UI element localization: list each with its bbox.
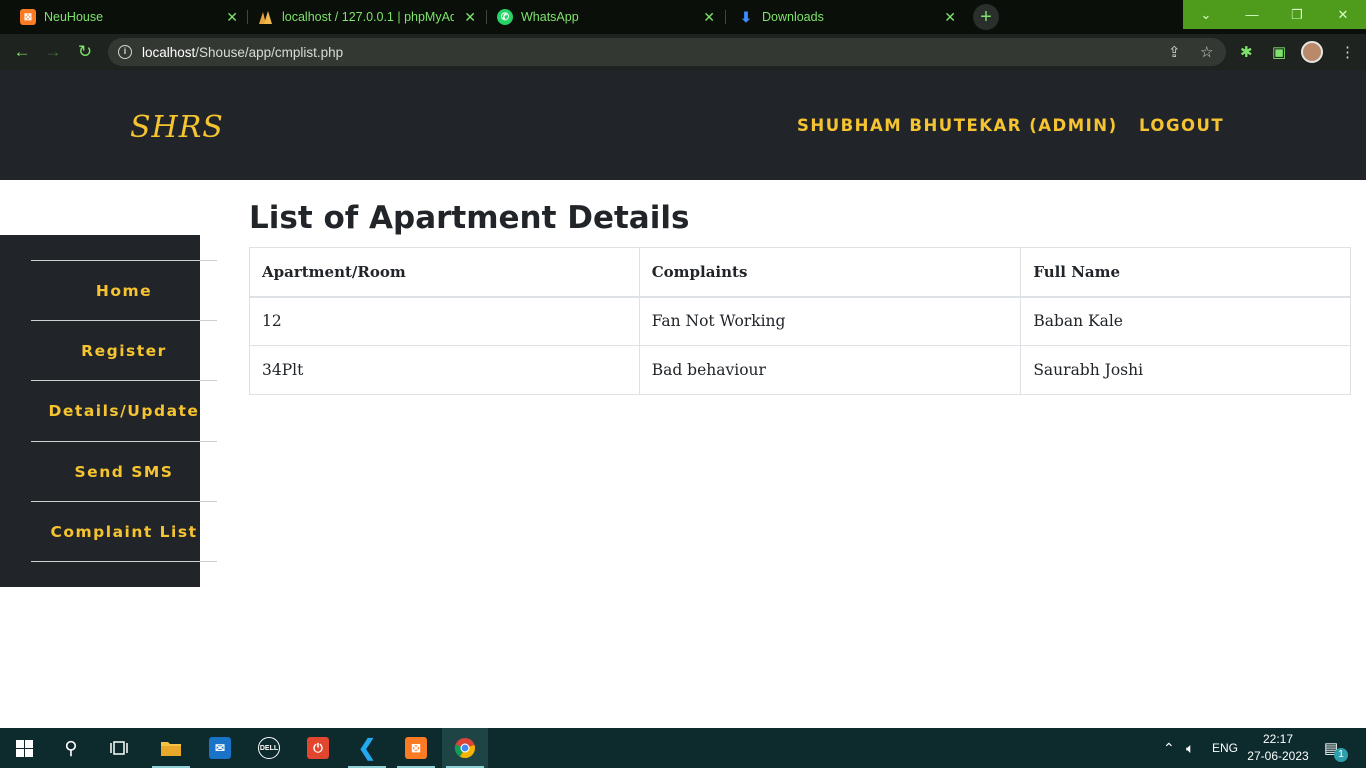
tab-search-button[interactable]: ⌄ xyxy=(1183,0,1229,29)
new-tab-button[interactable]: + xyxy=(973,4,999,30)
complaint-cell: Fan Not Working xyxy=(638,296,1022,346)
search-icon[interactable]: ⚲ xyxy=(48,728,94,768)
user-profile-link[interactable]: SHUBHAM BHUTEKAR (ADMIN) xyxy=(797,116,1118,135)
share-icon[interactable]: ⇪ xyxy=(1168,43,1181,61)
language-indicator[interactable]: ENG xyxy=(1212,728,1238,768)
close-window-button[interactable]: ✕ xyxy=(1320,0,1366,29)
complaint-cell: Bad behaviour xyxy=(638,345,1022,395)
power-app-icon[interactable]: ⏻ xyxy=(295,728,341,768)
table-row: 34Plt Bad behaviour Saurabh Joshi xyxy=(249,345,1351,395)
vscode-icon[interactable]: ❮ xyxy=(344,728,390,768)
close-tab-icon[interactable]: ✕ xyxy=(226,9,238,26)
windows-start-icon[interactable] xyxy=(1,728,47,768)
windows-taskbar: ⚲ ✉ DELL ⏻ ❮ ⊠ ⌃ 🔈︎ ENG 22:17 27-06-2023… xyxy=(0,728,1366,768)
phpmyadmin-icon xyxy=(258,9,274,25)
side-panel-icon[interactable]: ▣ xyxy=(1272,43,1286,61)
xampp-icon: ⊠ xyxy=(20,9,36,25)
address-bar[interactable]: i localhost/Shouse/app/cmplist.php ⇪ ☆ xyxy=(108,38,1226,66)
task-view-icon[interactable] xyxy=(96,728,142,768)
forward-icon[interactable]: → xyxy=(42,41,64,63)
dell-icon[interactable]: DELL xyxy=(246,728,292,768)
extensions-icon[interactable]: ✱ xyxy=(1240,43,1253,61)
clock-time: 22:17 xyxy=(1262,732,1294,746)
page-title: List of Apartment Details xyxy=(249,200,690,236)
file-explorer-icon[interactable] xyxy=(148,728,194,768)
column-header: Full Name xyxy=(1020,247,1351,298)
browser-toolbar: ← → ↻ i localhost/Shouse/app/cmplist.php… xyxy=(0,34,1366,70)
back-icon[interactable]: ← xyxy=(11,41,33,63)
site-info-icon[interactable]: i xyxy=(118,45,132,59)
reload-icon[interactable]: ↻ xyxy=(74,41,96,63)
sidebar-item-details-update[interactable]: Details/Update xyxy=(31,380,217,440)
tab-neuhouse[interactable]: ⊠ NeuHouse ✕ xyxy=(20,0,244,34)
sidebar-item-home[interactable]: Home xyxy=(31,260,217,320)
minimize-button[interactable]: — xyxy=(1229,0,1275,29)
sidebar-item-register[interactable]: Register xyxy=(31,320,217,380)
close-tab-icon[interactable]: ✕ xyxy=(944,9,956,26)
xampp-taskbar-icon[interactable]: ⊠ xyxy=(393,728,439,768)
tab-title: localhost / 127.0.0.1 | phpMyAdmin xyxy=(282,10,454,24)
tab-downloads[interactable]: ⬇ Downloads ✕ xyxy=(738,0,962,34)
clock-date: 27-06-2023 xyxy=(1247,749,1309,763)
tab-phpmyadmin[interactable]: localhost / 127.0.0.1 | phpMyAdmin ✕ xyxy=(258,0,482,34)
site-header: SHRS SHUBHAM BHUTEKAR (ADMIN) LOGOUT xyxy=(0,70,1366,180)
logout-link[interactable]: LOGOUT xyxy=(1139,116,1224,135)
tab-title: Downloads xyxy=(762,10,824,24)
whatsapp-icon: ✆ xyxy=(497,9,513,25)
table-row: 12 Fan Not Working Baban Kale xyxy=(249,296,1351,346)
tab-whatsapp[interactable]: ✆ WhatsApp ✕ xyxy=(497,0,721,34)
chrome-icon[interactable] xyxy=(442,728,488,768)
profile-avatar[interactable] xyxy=(1301,41,1323,63)
sidebar-item-complaint-list[interactable]: Complaint List xyxy=(31,501,217,561)
restore-button[interactable]: ❐ xyxy=(1274,0,1320,29)
bookmark-star-icon[interactable]: ☆ xyxy=(1200,43,1213,61)
tab-title: NeuHouse xyxy=(44,10,104,24)
menu-kebab-icon[interactable]: ⋮ xyxy=(1340,43,1355,61)
show-hidden-icons-icon[interactable]: ⌃ xyxy=(1163,728,1175,768)
column-header: Complaints xyxy=(638,247,1022,298)
full-name-cell: Baban Kale xyxy=(1020,296,1351,346)
url-text[interactable]: localhost/Shouse/app/cmplist.php xyxy=(142,45,343,60)
apartment-cell: 12 xyxy=(249,296,640,346)
notifications-icon[interactable]: ▤ xyxy=(1324,728,1338,768)
complaints-table: Apartment/Room Complaints Full Name 12 F… xyxy=(249,247,1351,395)
download-icon: ⬇ xyxy=(740,8,752,25)
tab-title: WhatsApp xyxy=(521,10,579,24)
full-name-cell: Saurabh Joshi xyxy=(1020,345,1351,395)
mail-icon[interactable]: ✉ xyxy=(197,728,243,768)
sidebar-item-send-sms[interactable]: Send SMS xyxy=(31,441,217,501)
column-header: Apartment/Room xyxy=(249,247,640,298)
system-clock[interactable]: 22:17 27-06-2023 xyxy=(1246,731,1310,765)
volume-icon[interactable]: 🔈︎ xyxy=(1186,728,1194,768)
notification-badge: 1 xyxy=(1334,748,1348,762)
browser-tab-strip: ⊠ NeuHouse ✕ localhost / 127.0.0.1 | php… xyxy=(0,0,1366,34)
sidebar-divider xyxy=(31,561,217,562)
close-tab-icon[interactable]: ✕ xyxy=(703,9,715,26)
site-logo[interactable]: SHRS xyxy=(130,110,224,145)
apartment-cell: 34Plt xyxy=(249,345,640,395)
close-tab-icon[interactable]: ✕ xyxy=(464,9,476,26)
table-header-row: Apartment/Room Complaints Full Name xyxy=(249,247,1351,298)
